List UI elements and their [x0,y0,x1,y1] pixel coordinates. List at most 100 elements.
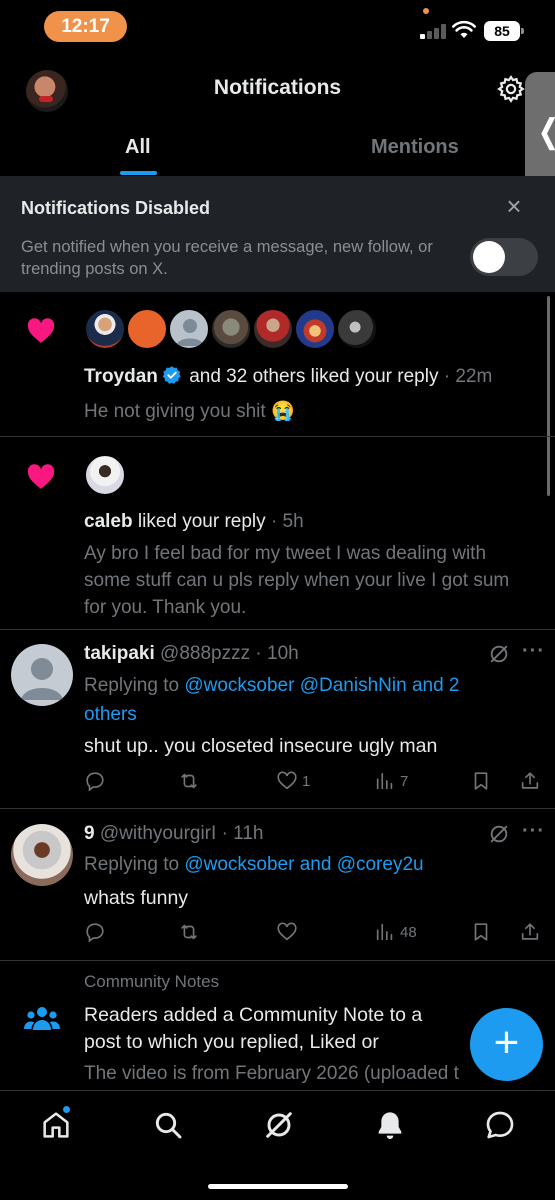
grok-icon[interactable] [263,1109,295,1141]
community-notes-label: Community Notes [84,972,220,991]
replying-to-links[interactable]: @wocksober and @corey2u [184,854,423,875]
notification-reply-text: He not giving you shit 😭 [84,401,295,422]
heart-icon [27,318,55,343]
view-count: 7 [400,772,409,790]
wifi-icon [452,20,476,38]
community-note-text: Readers added a Community Note to a post… [84,1004,423,1053]
scrollbar[interactable] [547,296,550,496]
reply-icon [86,923,104,943]
top-header: Notifications [0,60,555,120]
author-name[interactable]: takipaki [84,643,155,664]
notifications-toggle[interactable] [470,238,538,276]
repost-button[interactable] [178,920,200,944]
tab-mentions[interactable]: Mentions [371,136,459,159]
status-time: 12:17 [44,11,127,42]
avatar[interactable] [294,308,336,350]
notification-action: liked your reply [137,511,266,532]
avatar[interactable] [126,308,168,350]
toggle-knob [473,241,505,273]
notification-time: · 22m [443,366,493,387]
banner-title: Notifications Disabled [21,198,211,218]
notification-summary: Troydan and 32 others liked your reply ·… [84,364,492,390]
home-indicator [208,1184,348,1189]
author-handle[interactable]: @withyourgirI [100,823,216,844]
author-name[interactable]: 9 [84,823,95,844]
active-tab-indicator [120,171,157,175]
avatar[interactable] [336,308,378,350]
replying-to: Replying to @wocksober @DanishNin and 2 … [84,671,514,729]
close-icon[interactable]: × [503,193,525,219]
bookmark-icon [474,772,488,790]
view-count: 48 [400,923,417,941]
views-icon [376,772,393,790]
grok-icon[interactable] [488,823,510,845]
repost-icon [181,773,197,789]
bookmark-button[interactable] [470,769,492,793]
repost-icon [181,924,197,940]
divider [0,436,555,437]
author-handle[interactable]: @888pzzz [160,643,250,664]
notification-dot [62,1105,71,1114]
avatar[interactable] [84,308,126,350]
messages-icon[interactable] [484,1109,516,1141]
share-button[interactable] [519,920,541,944]
bell-icon[interactable] [374,1109,406,1141]
battery-indicator: 85 [484,21,524,41]
post-header: takipaki @888pzzz · 10h [84,641,299,667]
status-bar: 12:17 85 [0,0,555,56]
gear-icon[interactable] [496,74,526,104]
bookmark-icon [474,923,488,941]
more-options-icon[interactable]: ··· [522,820,545,843]
post-body: shut up.. you closeted insecure ugly man [84,735,438,757]
like-button[interactable]: 1 [276,769,310,793]
people-icon [24,1007,60,1030]
bookmark-button[interactable] [470,920,492,944]
verified-badge-icon [162,366,181,384]
divider [0,629,555,630]
avatar[interactable] [11,644,73,706]
like-count: 1 [302,772,311,790]
grok-icon[interactable] [488,643,510,665]
avatar[interactable] [252,308,294,350]
heart-outline-icon [277,922,297,941]
divider [0,960,555,961]
share-icon [521,772,539,789]
replying-prefix: Replying to [84,854,180,875]
post-time: · 10h [255,643,299,664]
replying-prefix: Replying to [84,675,180,696]
views-icon [376,923,393,941]
compose-button[interactable]: + [470,1008,543,1081]
more-options-icon[interactable]: ··· [522,640,545,663]
avatar[interactable] [210,308,252,350]
privacy-indicator [423,8,429,14]
notification-summary: caleb liked your reply · 5h [84,509,304,535]
community-note-preview: The video is from February 2026 (uploade… [84,1063,459,1084]
like-button[interactable] [276,920,302,944]
liker-name[interactable]: caleb [84,511,133,532]
views-button[interactable]: 7 [374,769,408,793]
divider [0,808,555,809]
reply-icon [86,772,104,792]
signal-icon [420,23,448,39]
reply-button[interactable] [84,920,106,944]
page-title: Notifications [213,76,342,99]
search-icon[interactable] [152,1109,184,1141]
share-button[interactable] [519,769,541,793]
heart-outline-icon [277,771,297,790]
avatar[interactable] [11,824,73,886]
banner-text: Get notified when you receive a message,… [21,238,433,278]
heart-icon [27,464,55,489]
avatar[interactable] [168,308,210,350]
notification-time: · 5h [270,511,304,532]
notifications-disabled-banner: Notifications Disabled × Get notified wh… [0,176,555,292]
avatar[interactable] [84,454,126,496]
post-body: whats funny [84,887,189,909]
repost-button[interactable] [178,769,200,793]
liker-name[interactable]: Troydan [84,366,158,387]
post-header: 9 @withyourgirI · 11h [84,821,263,847]
views-button[interactable]: 48 [374,920,417,944]
share-icon [521,923,539,940]
notification-reply-text: Ay bro I feel bad for my tweet I was dea… [84,543,510,618]
tab-all[interactable]: All [125,136,151,159]
reply-button[interactable] [84,769,106,793]
